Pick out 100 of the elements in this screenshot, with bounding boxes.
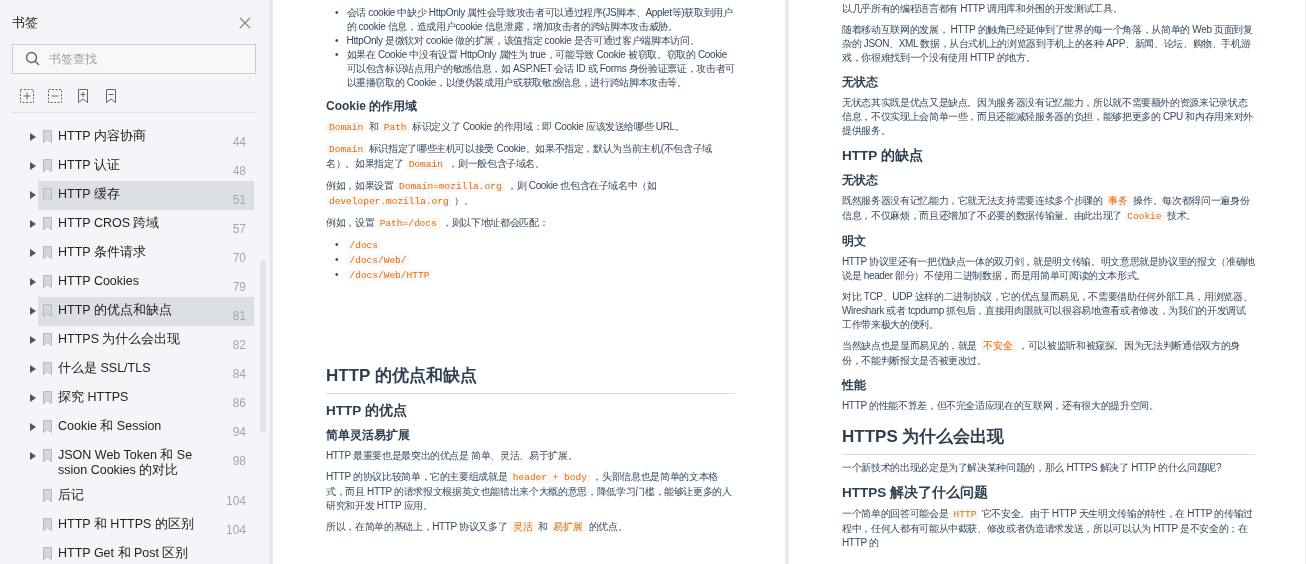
bookmark-item[interactable]: HTTP CROS 跨域 57 bbox=[38, 210, 254, 239]
expand-caret-icon[interactable] bbox=[30, 220, 36, 228]
expand-caret-icon[interactable] bbox=[30, 249, 36, 257]
list-item: HttpOnly 是微软对 cookie 做的扩展，该值指定 cookie 是否可通过客户端脚本访问。 bbox=[346, 34, 700, 48]
bookmark-item[interactable]: HTTP 缓存 51 bbox=[38, 181, 254, 210]
bookmark-item[interactable]: HTTP Cookies 79 bbox=[38, 268, 254, 297]
bookmark-item[interactable]: HTTP 条件请求 70 bbox=[38, 239, 254, 268]
bookmark-icon bbox=[43, 420, 52, 433]
bullet-marker: • bbox=[335, 238, 339, 252]
bookmark-icon bbox=[43, 159, 52, 172]
bookmark-label: JSON Web Token 和 Session Cookies 的对比 bbox=[58, 447, 194, 479]
bookmark-item[interactable]: HTTP 的优点和缺点 81 bbox=[38, 297, 254, 326]
bullet-marker: • bbox=[335, 6, 339, 20]
expand-all-button[interactable] bbox=[19, 88, 35, 104]
panel-title: 书签 bbox=[12, 14, 38, 32]
page-number: 82 bbox=[232, 337, 246, 352]
list-item: /docs/Web/ bbox=[346, 253, 410, 268]
paragraph: 一个新技术的出现必定是为了解决某种问题的，那么 HTTPS 解决了 HTTP 的什么问题呢? bbox=[842, 461, 1223, 475]
bookmark-label: HTTP 和 HTTPS 的区别 bbox=[58, 516, 195, 533]
subsection-heading: HTTPS 解决了什么问题 bbox=[842, 484, 989, 501]
page-number: 57 bbox=[232, 221, 246, 236]
paragraph: HTTP 的协议比较简单，它的主要组成就是 header + body ，头部信息也是简单的文本格式，而且 HTTP 的请求报文根据英文也能猜出来个大概的意思，降低学习门槛，能够让更多的人研究和开发 HTTP 应用。 bbox=[326, 470, 733, 513]
bookmark-item[interactable]: Cookie 和 Session 94 bbox=[38, 413, 254, 442]
expand-caret-icon[interactable] bbox=[30, 278, 36, 286]
expand-caret-icon[interactable] bbox=[30, 423, 36, 431]
expand-caret-icon[interactable] bbox=[30, 365, 36, 373]
bookmark-icon bbox=[43, 188, 52, 201]
bookmark-item[interactable]: HTTP 内容协商 44 bbox=[38, 123, 254, 152]
paragraph: Domain 标识指定了哪些主机可以接受 Cookie。如果不指定，默认为当前主机(不包含子域名）。如果指定了 Domain ，则一般包含子域名。 bbox=[326, 142, 713, 172]
expand-caret-icon[interactable] bbox=[30, 307, 36, 315]
bookmark-item[interactable]: HTTP Get 和 Post 区别 bbox=[38, 540, 254, 564]
search-icon bbox=[25, 51, 40, 66]
bookmark-item[interactable]: HTTPS 为什么会出现 82 bbox=[38, 326, 254, 355]
bookmark-item[interactable]: HTTP 认证 48 bbox=[38, 152, 254, 181]
bookmark-icon bbox=[43, 333, 52, 346]
bookmark-label: 后记 bbox=[58, 487, 85, 504]
page-number: 86 bbox=[232, 395, 246, 410]
bookmark-item[interactable]: JSON Web Token 和 Session Cookies 的对比 98 bbox=[38, 442, 254, 482]
bookmark-icon bbox=[43, 518, 52, 531]
bookmark-item[interactable]: 探究 HTTPS 86 bbox=[38, 384, 254, 413]
paragraph: HTTP 的性能不算差，但不完全适应现在的互联网，还有很大的提升空间。 bbox=[842, 399, 1160, 413]
bullet-marker: • bbox=[335, 48, 339, 62]
bookmark-item[interactable]: 什么是 SSL/TLS 84 bbox=[38, 355, 254, 384]
paragraph: 一个简单的回答可能会是 HTTP 它不安全。由于 HTTP 天生明文传输的特性，在 HTTP 的传输过程中，任何人都有可能从中截获、修改或者伪造请求发送，所以可以认为 HTTP 是不安全的；在 HTTP 的 bbox=[842, 507, 1254, 550]
paragraph: 以几乎所有的编程语言都有 HTTP 调用库和外围的开发测试工具。 bbox=[842, 2, 1124, 16]
bookmark-label: 什么是 SSL/TLS bbox=[58, 360, 152, 377]
minor-heading: 明文 bbox=[842, 233, 867, 249]
expand-caret-icon[interactable] bbox=[30, 191, 36, 199]
paragraph: HTTP 协议里还有一把优缺点一体的双刃剑，就是明文传输。明文意思就是协议里的报文（准确地说是 header 部分）不使用二进制数据，而是用简单可阅读的文本形式。 bbox=[842, 255, 1255, 283]
bookmark-item[interactable]: HTTP 和 HTTPS 的区别 104 bbox=[38, 511, 254, 540]
expand-caret-icon[interactable] bbox=[30, 162, 36, 170]
page-number: 48 bbox=[232, 163, 246, 178]
bullet-marker: • bbox=[335, 253, 339, 267]
expand-caret-icon[interactable] bbox=[30, 133, 36, 141]
bookmark-icon bbox=[43, 489, 52, 502]
paragraph: 无状态其实既是优点又是缺点。因为服务器没有记忆能力，所以就不需要额外的资源来记录状态信息，不仅实现上会简单一些，而且还能减轻服务器的负担，能够把更多的 CPU 和内存用来对外提供服务。 bbox=[842, 96, 1254, 138]
subsection-heading: HTTP 的优点 bbox=[326, 402, 408, 419]
close-button[interactable] bbox=[238, 16, 252, 30]
subsection-heading: HTTP 的缺点 bbox=[842, 147, 924, 164]
bookmark-label: HTTP 的优点和缺点 bbox=[58, 302, 173, 319]
minor-heading: 无状态 bbox=[842, 74, 879, 90]
list-item: /docs/Web/HTTP bbox=[346, 268, 433, 283]
list-item: 会话 cookie 中缺少 HttpOnly 属性会导致攻击者可以通过程序(JS脚本、Applet等)获取到用户的 cookie 信息，造成用户cookie 信息泄露，增加攻击者的跨站脚本攻击威胁。 bbox=[346, 6, 734, 34]
bookmark-icon bbox=[43, 449, 52, 462]
bookmark-icon bbox=[43, 246, 52, 259]
bookmark-item[interactable]: 后记 104 bbox=[38, 482, 254, 511]
bookmark-label: HTTPS 为什么会出现 bbox=[58, 331, 182, 348]
list-item: 如果在 Cookie 中没有设置 HttpOnly 属性为 true，可能导致 Cookie 被窃取。窃取的 Cookie 可以包含标识站点用户的敏感信息，如 ASP.NET 会话 ID 或 Forms 身份验证票证，攻击者可以重播窃取的 Cookie，以便伪装成用户或获取敏感信息，进行跨站脚本攻击等。 bbox=[346, 48, 735, 90]
bookmark-label: HTTP 缓存 bbox=[58, 186, 121, 203]
page-number: 98 bbox=[232, 453, 246, 468]
minor-heading: Cookie 的作用域 bbox=[326, 98, 419, 114]
bookmark-label: Cookie 和 Session bbox=[58, 418, 163, 435]
paragraph: HTTP 最重要也是最突出的优点是 简单、灵活、易于扩展。 bbox=[326, 449, 579, 463]
bookmark-label: HTTP 认证 bbox=[58, 157, 121, 174]
page-number: 44 bbox=[232, 134, 246, 149]
expand-caret-icon[interactable] bbox=[30, 452, 36, 460]
minor-heading: 无状态 bbox=[842, 172, 879, 188]
remove-bookmark-button[interactable] bbox=[103, 88, 119, 104]
paragraph: 当然缺点也是显而易见的，就是 不安全 ，可以被监听和被窥探。因为无法判断通信双方的身份，不能判断报文是否被更改过。 bbox=[842, 339, 1241, 368]
collapse-all-button[interactable] bbox=[47, 88, 63, 104]
search-field[interactable]: 书签查找 bbox=[12, 44, 256, 74]
page-number: 79 bbox=[232, 279, 246, 294]
paragraph: Domain 和 Path 标识定义了 Cookie 的作用域：即 Cookie 应该发送给哪些 URL。 bbox=[326, 120, 735, 135]
section-heading: HTTPS 为什么会出现 bbox=[842, 426, 1255, 455]
expand-caret-icon[interactable] bbox=[30, 336, 36, 344]
minor-heading: 简单灵活易扩展 bbox=[326, 427, 411, 443]
bookmark-icon bbox=[43, 304, 52, 317]
bookmark-icon bbox=[43, 362, 52, 375]
bookmark-label: 探究 HTTPS bbox=[58, 389, 130, 406]
bookmark-icon bbox=[43, 547, 52, 560]
page-number: 104 bbox=[225, 522, 246, 537]
paragraph: 既然服务器没有记忆能力，它就无法支持需要连续多个步骤的 事务 操作。每次都得问一遍身份信息，不仅麻烦，而且还增加了不必要的数据传输量。由此出现了 Cookie 技术。 bbox=[842, 194, 1251, 224]
expand-caret-icon[interactable] bbox=[30, 394, 36, 402]
add-bookmark-button[interactable] bbox=[75, 88, 91, 104]
page-number: 81 bbox=[232, 308, 246, 323]
page-number: 51 bbox=[232, 192, 246, 207]
paragraph: 所以，在简单的基础上，HTTP 协议又多了 灵活 和 易扩展 的优点。 bbox=[326, 520, 629, 535]
paragraph: 随着移动互联网的发展， HTTP 的触角已经延伸到了世界的每一个角落，从简单的 Web 页面到复杂的 JSON、XML 数据，从台式机上的浏览器到手机上的各种 APP、新闻、论坛、购物、手机游戏，你很难找到一个没有使用 HTTP 的地方。 bbox=[842, 23, 1254, 65]
bookmark-icon bbox=[43, 391, 52, 404]
paragraph: 例如，设置 Path=/docs ，则以下地址都会匹配： bbox=[326, 216, 550, 231]
